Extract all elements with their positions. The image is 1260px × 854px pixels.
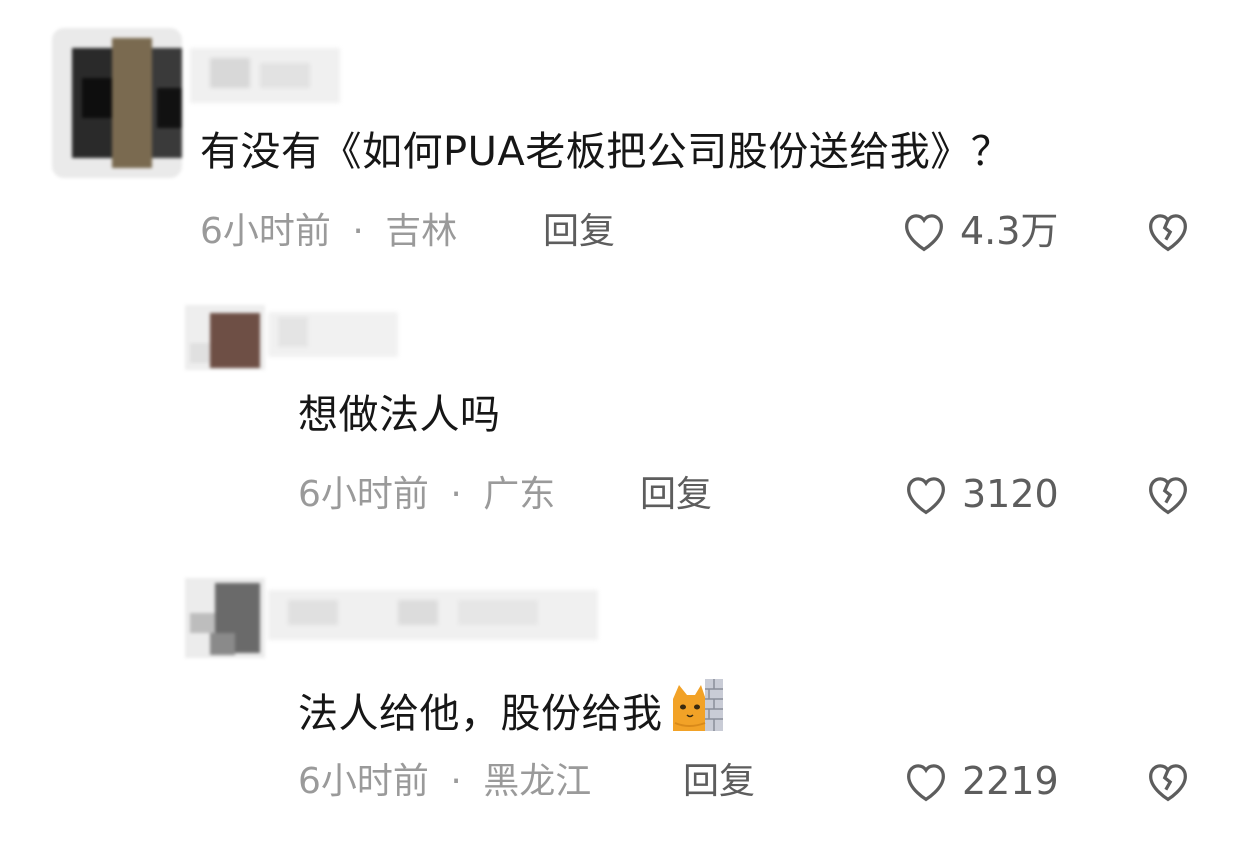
heart-icon: [905, 214, 943, 252]
comment-location: 黑龙江: [483, 761, 592, 802]
reply-button[interactable]: 回复: [543, 210, 615, 254]
username-blurred[interactable]: [190, 48, 350, 108]
comment-location: 吉林: [385, 211, 458, 252]
avatar[interactable]: [185, 305, 265, 370]
broken-heart-icon: [1149, 477, 1187, 515]
comment-time: 6小时前: [200, 211, 331, 252]
meta-separator: ·: [352, 211, 364, 252]
meta-separator: ·: [450, 761, 462, 802]
username-blurred[interactable]: [268, 590, 608, 645]
comment-text: 有没有《如何PUA老板把公司股份送给我》？: [200, 129, 1012, 175]
comment-meta: 6小时前 · 吉林: [200, 210, 457, 254]
cat-behind-wall-emoji: [669, 677, 725, 744]
like-count: 3120: [962, 472, 1059, 516]
broken-heart-icon: [1149, 214, 1187, 252]
comment-text: 法人给他，股份给我: [298, 677, 725, 744]
like-count: 2219: [962, 759, 1059, 803]
meta-separator: ·: [450, 474, 462, 515]
broken-heart-icon: [1149, 764, 1187, 802]
comment-location: 广东: [483, 474, 556, 515]
like-count: 4.3万: [960, 209, 1059, 253]
avatar[interactable]: [185, 578, 265, 658]
comment-time: 6小时前: [298, 761, 429, 802]
dislike-button[interactable]: [1142, 205, 1194, 261]
comment-text: 想做法人吗: [298, 392, 501, 438]
comment-meta: 6小时前 · 广东: [298, 473, 555, 517]
like-button[interactable]: 3120: [900, 468, 1059, 520]
reply-button[interactable]: 回复: [640, 473, 712, 517]
reply-button[interactable]: 回复: [683, 760, 755, 804]
avatar[interactable]: [52, 28, 182, 178]
comment-time: 6小时前: [298, 474, 429, 515]
dislike-button[interactable]: [1142, 755, 1194, 811]
dislike-button[interactable]: [1142, 468, 1194, 524]
like-button[interactable]: 4.3万: [898, 205, 1058, 257]
heart-icon: [907, 764, 945, 802]
like-button[interactable]: 2219: [900, 755, 1059, 807]
username-blurred[interactable]: [268, 312, 408, 362]
comment-meta: 6小时前 · 黑龙江: [298, 760, 591, 804]
comment-text-content: 法人给他，股份给我: [298, 691, 663, 737]
heart-icon: [907, 477, 945, 515]
